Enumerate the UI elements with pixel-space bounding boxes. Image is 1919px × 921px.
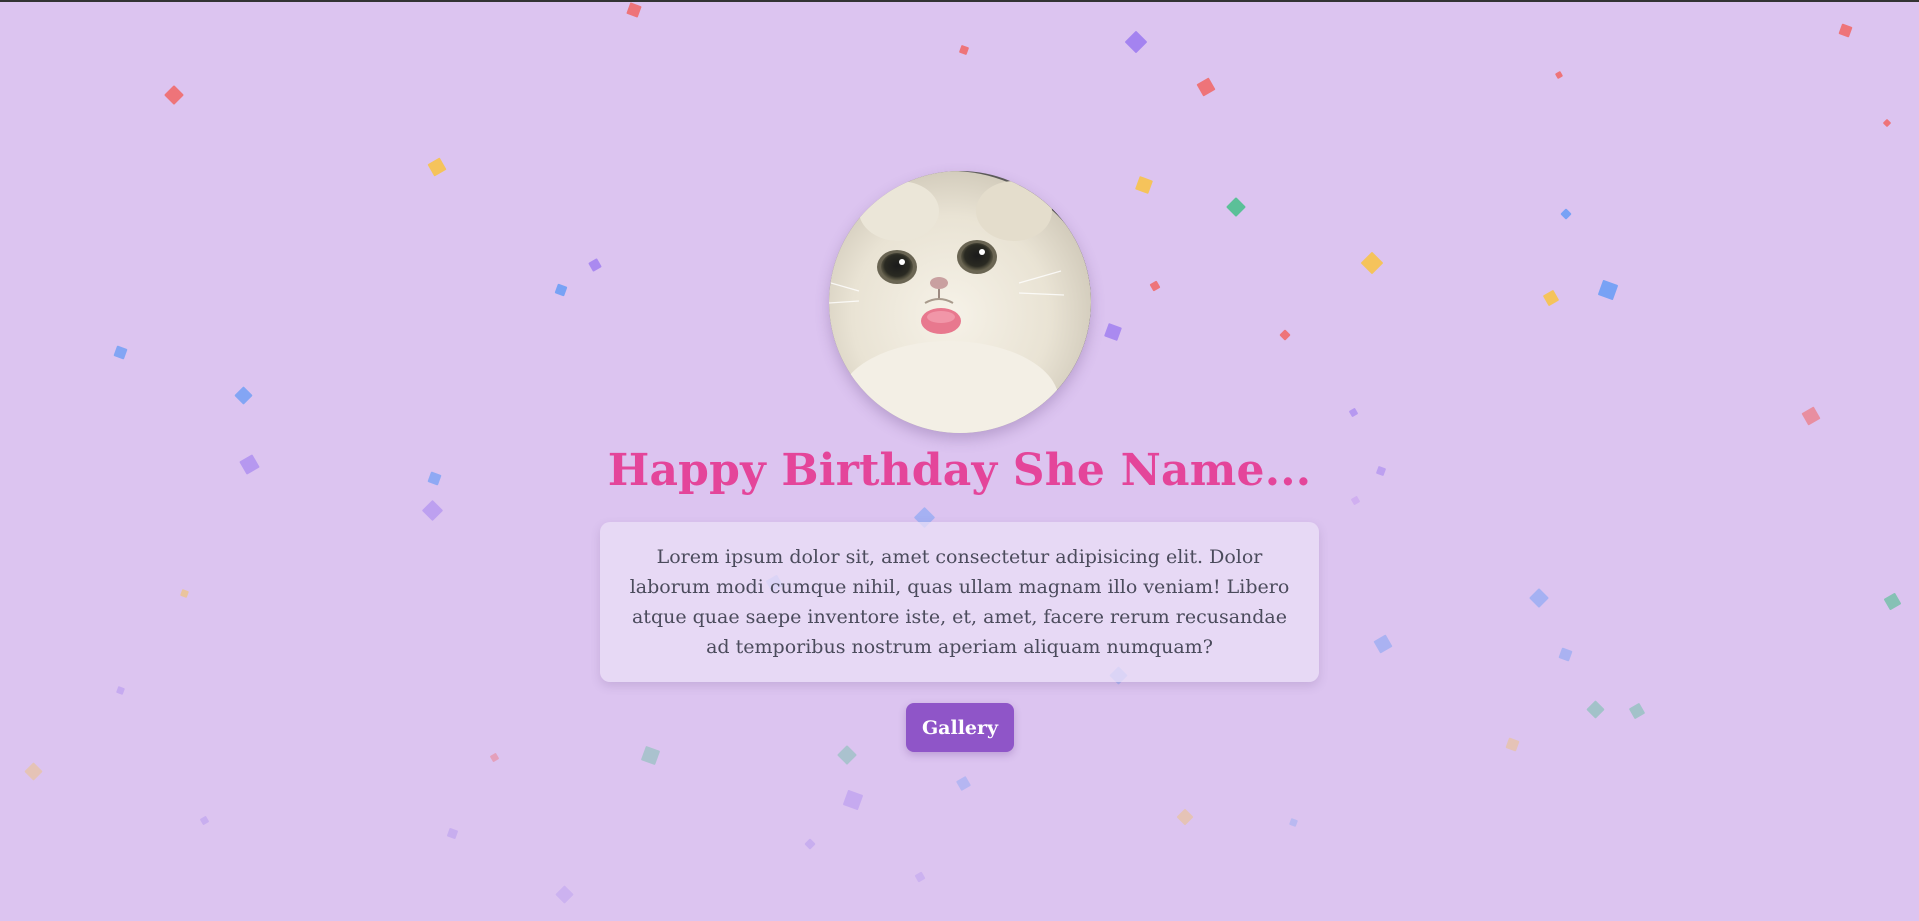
gallery-button[interactable]: Gallery <box>906 703 1014 752</box>
message-text: Lorem ipsum dolor sit, amet consectetur … <box>629 546 1290 658</box>
cat-photo-image <box>829 171 1091 433</box>
birthday-card-page: Happy Birthday She Name... Lorem ipsum d… <box>0 0 1919 921</box>
cat-photo <box>829 171 1091 433</box>
message-card: Lorem ipsum dolor sit, amet consectetur … <box>600 522 1319 682</box>
page-title: Happy Birthday She Name... <box>607 445 1312 496</box>
